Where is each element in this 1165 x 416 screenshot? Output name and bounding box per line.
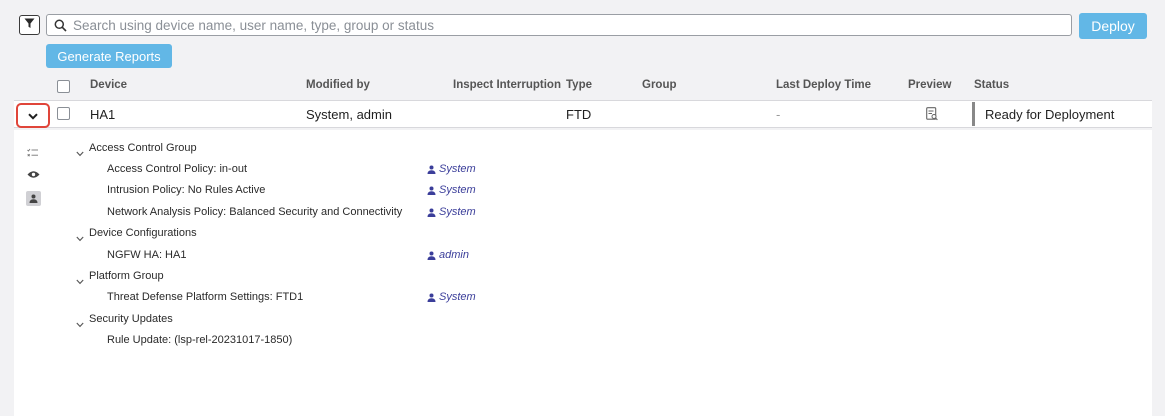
eye-icon[interactable] xyxy=(26,167,40,181)
status-indicator xyxy=(972,102,975,126)
change-user[interactable]: System xyxy=(427,291,476,303)
user-name: System xyxy=(439,184,476,196)
search-input[interactable] xyxy=(73,17,1071,33)
user-icon xyxy=(427,165,436,174)
change-item: NGFW HA: HA1 xyxy=(107,249,187,261)
group-device-configurations[interactable]: Device Configurations xyxy=(89,227,197,239)
user-icon xyxy=(427,251,436,260)
user-name: admin xyxy=(439,249,469,261)
user-icon xyxy=(427,186,436,195)
search-icon xyxy=(47,19,73,32)
group-platform[interactable]: Platform Group xyxy=(89,270,164,282)
checklist-icon[interactable] xyxy=(26,146,40,160)
user-icon xyxy=(427,293,436,302)
change-item: Network Analysis Policy: Balanced Securi… xyxy=(107,206,403,218)
column-header-last-deploy-time[interactable]: Last Deploy Time xyxy=(776,79,871,91)
change-item: Rule Update: (lsp-rel-20231017-1850) xyxy=(107,334,293,346)
user-name: System xyxy=(439,291,476,303)
preview-icon[interactable] xyxy=(926,107,938,126)
column-header-modified-by[interactable]: Modified by xyxy=(306,79,370,91)
group-access-control[interactable]: Access Control Group xyxy=(89,142,197,154)
expand-row-button[interactable] xyxy=(16,103,50,128)
last-deploy-time: - xyxy=(776,107,781,122)
generate-reports-button[interactable]: Generate Reports xyxy=(46,44,172,68)
chevron-down-icon[interactable] xyxy=(76,144,84,162)
user-icon xyxy=(427,208,436,217)
user-name: System xyxy=(439,206,476,218)
filter-icon xyxy=(24,16,35,34)
device-name[interactable]: HA1 xyxy=(90,107,115,122)
change-item: Threat Defense Platform Settings: FTD1 xyxy=(107,291,304,303)
filter-button[interactable] xyxy=(19,15,40,35)
column-header-inspect-interruption[interactable]: Inspect Interruption xyxy=(453,79,561,91)
change-user[interactable]: System xyxy=(427,163,476,175)
chevron-down-icon[interactable] xyxy=(76,272,84,290)
chevron-down-icon[interactable] xyxy=(76,229,84,247)
chevron-down-icon[interactable] xyxy=(76,315,84,333)
user-view-icon[interactable] xyxy=(26,191,41,206)
status-text: Ready for Deployment xyxy=(985,107,1115,122)
select-all-checkbox[interactable] xyxy=(57,80,70,93)
change-user[interactable]: admin xyxy=(427,249,469,261)
modified-by: System, admin xyxy=(306,107,392,122)
group-security-updates[interactable]: Security Updates xyxy=(89,313,173,325)
column-header-device[interactable]: Device xyxy=(90,79,127,91)
change-item: Access Control Policy: in-out xyxy=(107,163,247,175)
column-header-preview: Preview xyxy=(908,79,952,91)
column-header-type[interactable]: Type xyxy=(566,79,592,91)
chevron-down-icon xyxy=(28,107,38,125)
column-header-status[interactable]: Status xyxy=(974,79,1009,91)
search-box[interactable] xyxy=(46,14,1072,36)
change-user[interactable]: System xyxy=(427,184,476,196)
column-header-group[interactable]: Group xyxy=(642,79,677,91)
user-name: System xyxy=(439,163,476,175)
change-item: Intrusion Policy: No Rules Active xyxy=(107,184,266,196)
device-type: FTD xyxy=(566,107,592,122)
row-checkbox[interactable] xyxy=(57,107,70,120)
deploy-button[interactable]: Deploy xyxy=(1079,13,1147,39)
change-user[interactable]: System xyxy=(427,206,476,218)
